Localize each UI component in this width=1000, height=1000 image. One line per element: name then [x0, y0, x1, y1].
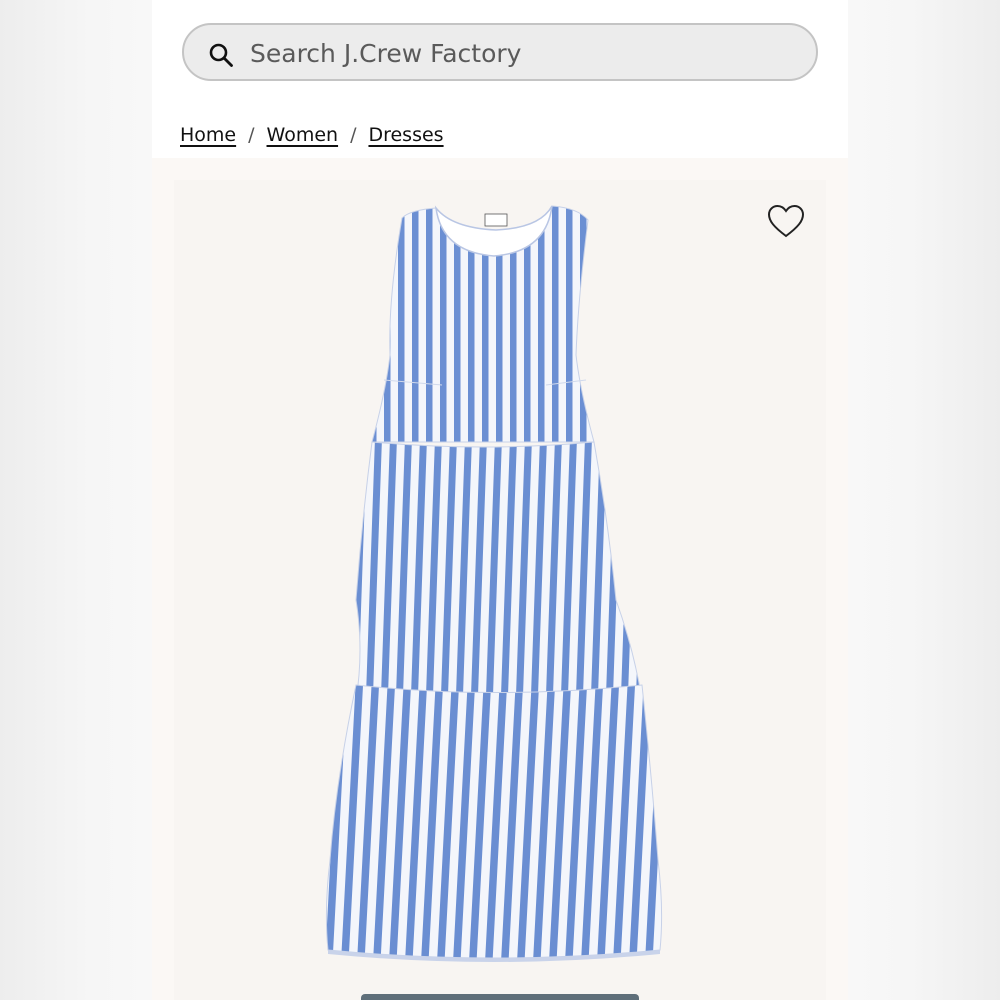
page-gutter-right	[848, 0, 1000, 1000]
product-image[interactable]	[174, 180, 826, 1000]
dress-image	[325, 205, 663, 962]
dress-middle-tier	[355, 441, 643, 701]
breadcrumb: Home / Women / Dresses	[180, 120, 444, 150]
bottom-action-bar[interactable]	[361, 994, 639, 1000]
search-icon[interactable]	[208, 42, 234, 68]
page-gutter-left	[0, 0, 152, 1000]
search-bar[interactable]	[182, 23, 818, 81]
search-input[interactable]	[250, 33, 790, 73]
breadcrumb-home-link[interactable]: Home	[180, 124, 236, 146]
breadcrumb-separator: /	[350, 124, 357, 146]
product-image-panel	[152, 158, 848, 1000]
heart-outline-icon[interactable]	[764, 202, 808, 242]
dress-bottom-tier	[325, 684, 663, 959]
breadcrumb-dresses-link[interactable]: Dresses	[368, 124, 443, 146]
breadcrumb-separator: /	[248, 124, 255, 146]
mobile-viewport: Home / Women / Dresses	[152, 0, 848, 1000]
breadcrumb-women-link[interactable]: Women	[267, 124, 339, 146]
